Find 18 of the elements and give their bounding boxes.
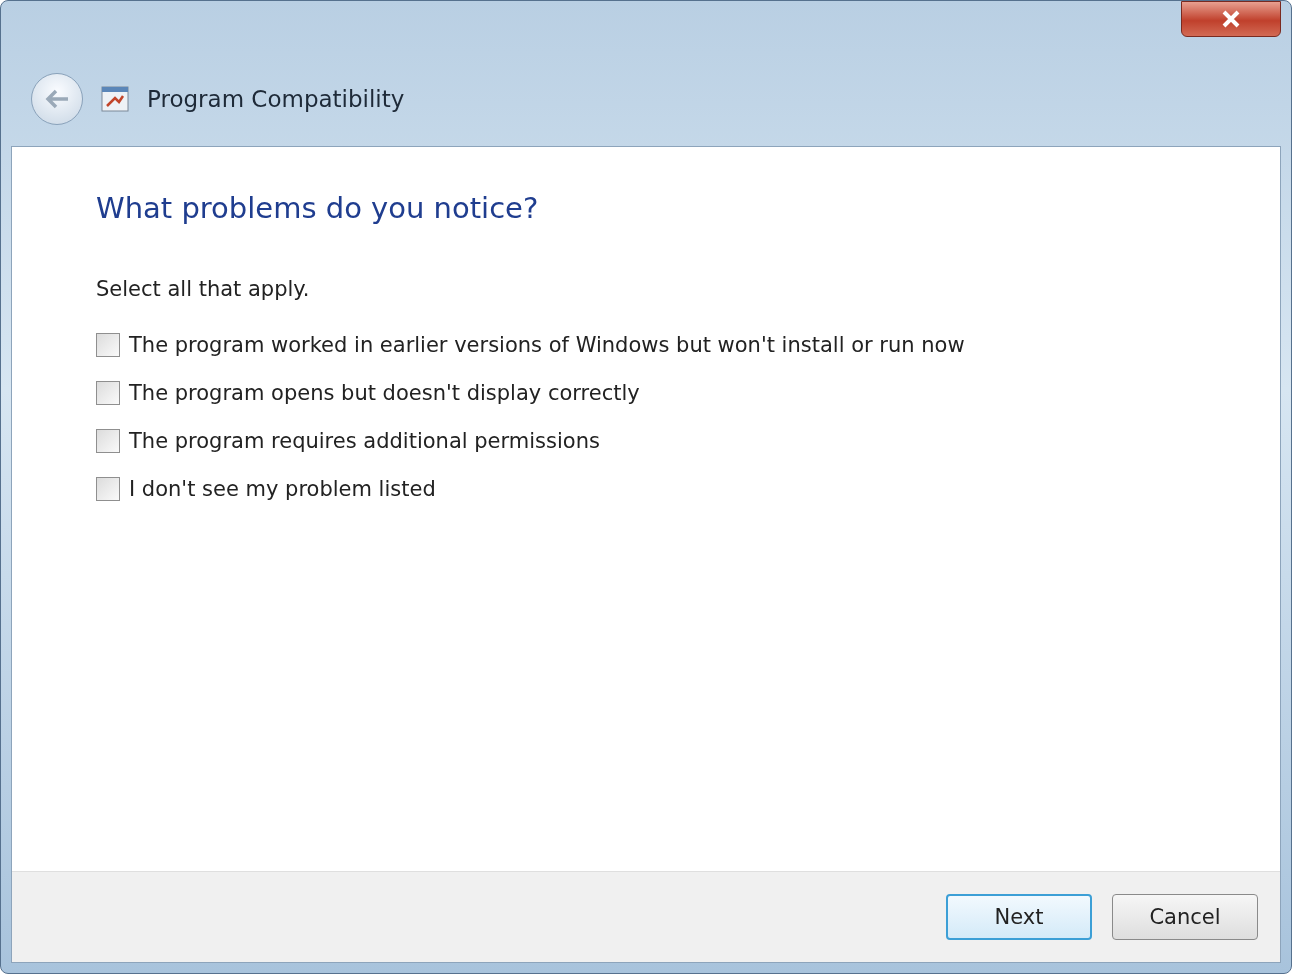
back-button[interactable] <box>31 72 83 125</box>
option-label: The program worked in earlier versions of Windows but won't install or run now <box>129 333 965 357</box>
checkbox[interactable] <box>96 477 120 501</box>
option-label: I don't see my problem listed <box>129 477 436 501</box>
option-label: The program requires additional permissions <box>129 429 600 453</box>
page-heading: What problems do you notice? <box>96 191 540 225</box>
program-icon <box>101 85 129 112</box>
option-label: The program opens but doesn't display correctly <box>129 381 640 405</box>
instruction-text: Select all that apply. <box>96 277 311 301</box>
checkbox[interactable] <box>96 381 120 405</box>
close-button[interactable] <box>1181 1 1281 37</box>
checkbox[interactable] <box>96 333 120 357</box>
next-button[interactable]: Next <box>946 894 1092 940</box>
back-arrow-icon <box>44 87 70 110</box>
cancel-button[interactable]: Cancel <box>1112 894 1258 940</box>
checkbox[interactable] <box>96 429 120 453</box>
close-icon <box>1221 10 1241 28</box>
window-title: Program Compatibility <box>147 85 405 112</box>
